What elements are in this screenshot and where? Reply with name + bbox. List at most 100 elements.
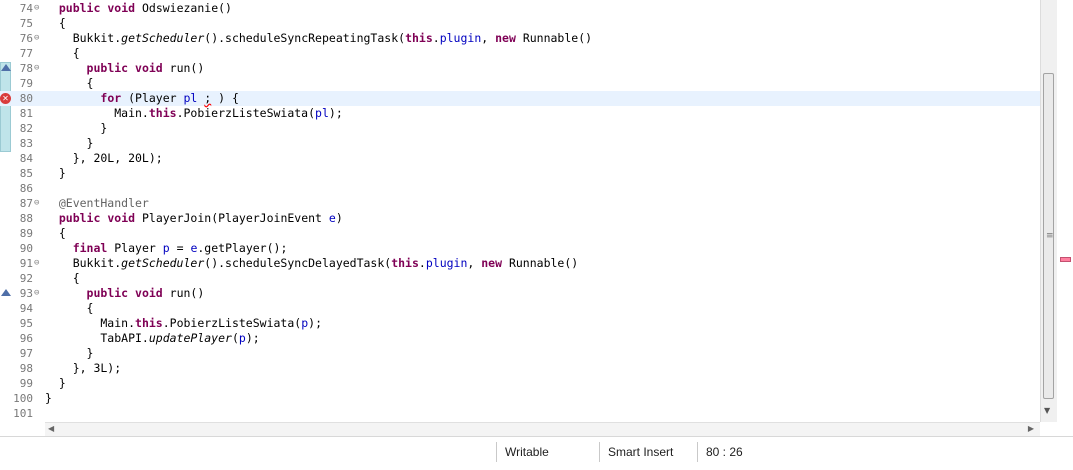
code-line[interactable]: 86 — [0, 181, 1040, 196]
override-triangle-icon[interactable] — [1, 289, 11, 296]
code-line[interactable]: 99 } — [0, 376, 1040, 391]
minus-circle-icon[interactable]: ⊖ — [34, 34, 43, 43]
code-text: Bukkit.getScheduler().scheduleSyncRepeat… — [45, 31, 592, 46]
token-fld: e — [328, 211, 336, 225]
code-editor[interactable]: 74 ⊖ public void Odswiezanie() 75 {76 ⊖ Buk… — [0, 0, 1073, 422]
token: Bukkit. — [45, 256, 122, 270]
code-line[interactable]: 85 } — [0, 166, 1040, 181]
line-number: 82 — [19, 122, 33, 135]
overview-ruler[interactable] — [1057, 0, 1073, 422]
code-line[interactable]: 94 { — [0, 301, 1040, 316]
line-number: 80 — [19, 92, 33, 105]
code-line[interactable]: 77 { — [0, 46, 1040, 61]
minus-circle-icon[interactable]: ⊖ — [34, 289, 43, 298]
code-line[interactable]: 76 ⊖ Bukkit.getScheduler().scheduleSyncRe… — [0, 31, 1040, 46]
line-number: 96 — [19, 332, 33, 345]
token: Odswiezanie() — [135, 1, 232, 15]
minus-circle-icon[interactable]: ⊖ — [34, 64, 43, 73]
line-number: 93 — [19, 287, 33, 300]
token: Bukkit. — [45, 31, 122, 45]
code-text: } — [45, 121, 107, 136]
arrow-right-icon[interactable]: ▶ — [1028, 424, 1034, 433]
error-icon[interactable]: ✕ — [0, 93, 11, 104]
vertical-scroll-thumb[interactable]: ≡ — [1043, 73, 1054, 399]
line-number: 97 — [19, 347, 33, 360]
token-fld: plugin — [439, 31, 482, 45]
code-line[interactable]: 100} — [0, 391, 1040, 406]
token-fld: p — [238, 331, 246, 345]
token-fld: pl — [315, 106, 329, 120]
token: { — [45, 46, 80, 60]
line-number: 76 — [19, 32, 33, 45]
code-line[interactable]: 84 }, 20L, 20L); — [0, 151, 1040, 166]
code-line[interactable]: 83 } — [0, 136, 1040, 151]
minus-circle-icon[interactable]: ⊖ — [34, 4, 43, 13]
token-it: updatePlayer — [148, 331, 232, 345]
code-line[interactable]: 98 }, 3L); — [0, 361, 1040, 376]
arrow-left-icon[interactable]: ◀ — [48, 424, 54, 433]
vertical-scrollbar[interactable]: ≡ ▼ — [1040, 0, 1057, 422]
token: TabAPI. — [45, 331, 149, 345]
minus-circle-icon[interactable]: ⊖ — [34, 259, 43, 268]
code-line[interactable]: 88 public void PlayerJoin(PlayerJoinEven… — [0, 211, 1040, 226]
code-text: } — [45, 391, 52, 406]
code-text: }, 20L, 20L); — [45, 151, 163, 166]
code-line[interactable]: 89 { — [0, 226, 1040, 241]
token: ( — [231, 331, 239, 345]
token: Runnable() — [502, 256, 579, 270]
token-kw: public — [58, 1, 101, 15]
code-line[interactable]: 90 final Player p = e.getPlayer(); — [0, 241, 1040, 256]
code-line[interactable]: 87 ⊖ @EventHandler — [0, 196, 1040, 211]
status-insert-mode: Smart Insert — [599, 442, 696, 462]
token: = — [169, 241, 191, 255]
code-text: Bukkit.getScheduler().scheduleSyncDelaye… — [45, 256, 579, 271]
token-kw: final — [72, 241, 108, 255]
code-line[interactable]: 82 } — [0, 121, 1040, 136]
code-text: { — [45, 271, 80, 286]
token-kw: for — [100, 91, 122, 105]
code-text: { — [45, 226, 66, 241]
code-line[interactable]: 95 Main.this.PobierzListeSwiata(p); — [0, 316, 1040, 331]
minus-circle-icon[interactable]: ⊖ — [34, 199, 43, 208]
line-number: 85 — [19, 167, 33, 180]
code-line[interactable]: 75 { — [0, 16, 1040, 31]
code-line[interactable]: ✕ 80 for (Player pl ; ) { — [0, 91, 1040, 106]
code-line[interactable]: 96 TabAPI.updatePlayer(p); — [0, 331, 1040, 346]
code-line[interactable]: 101 — [0, 406, 1040, 421]
token-fld: pl — [183, 91, 198, 105]
code-line[interactable]: 92 { — [0, 271, 1040, 286]
token: { — [45, 76, 94, 90]
token-kw: void — [107, 1, 136, 15]
code-line[interactable]: 93 ⊖ public void run() — [0, 286, 1040, 301]
token-kw: this — [135, 316, 163, 330]
code-line[interactable]: 81 Main.this.PobierzListeSwiata(pl); — [0, 106, 1040, 121]
line-number: 77 — [19, 47, 33, 60]
code-line[interactable]: 91 ⊖ Bukkit.getScheduler().scheduleSyncDe… — [0, 256, 1040, 271]
token: ) { — [211, 91, 239, 105]
code-line[interactable]: 97 } — [0, 346, 1040, 361]
code-text: } — [45, 346, 94, 361]
token-kw: this — [405, 31, 433, 45]
arrow-down-icon[interactable]: ▼ — [1044, 406, 1050, 415]
code-text: @EventHandler — [45, 196, 149, 211]
token: { — [45, 226, 66, 240]
token: Player — [107, 241, 163, 255]
line-number: 79 — [19, 77, 33, 90]
token-fld: p — [162, 241, 170, 255]
error-overview-icon[interactable] — [1060, 257, 1071, 262]
code-line[interactable]: 74 ⊖ public void Odswiezanie() — [0, 1, 1040, 16]
code-text: public void run() — [45, 61, 205, 76]
status-writable: Writable — [496, 442, 599, 462]
horizontal-scrollbar[interactable]: ◀ ▶ — [45, 422, 1040, 436]
code-line[interactable]: 78 ⊖ public void run() — [0, 61, 1040, 76]
code-line[interactable]: 79 { — [0, 76, 1040, 91]
token-ann: @EventHandler — [45, 196, 149, 210]
code-text: } — [45, 166, 66, 181]
line-number: 92 — [19, 272, 33, 285]
line-number: 78 — [19, 62, 33, 75]
token: , — [481, 31, 496, 45]
token-kw: public — [58, 211, 101, 225]
override-triangle-icon[interactable] — [1, 64, 11, 71]
